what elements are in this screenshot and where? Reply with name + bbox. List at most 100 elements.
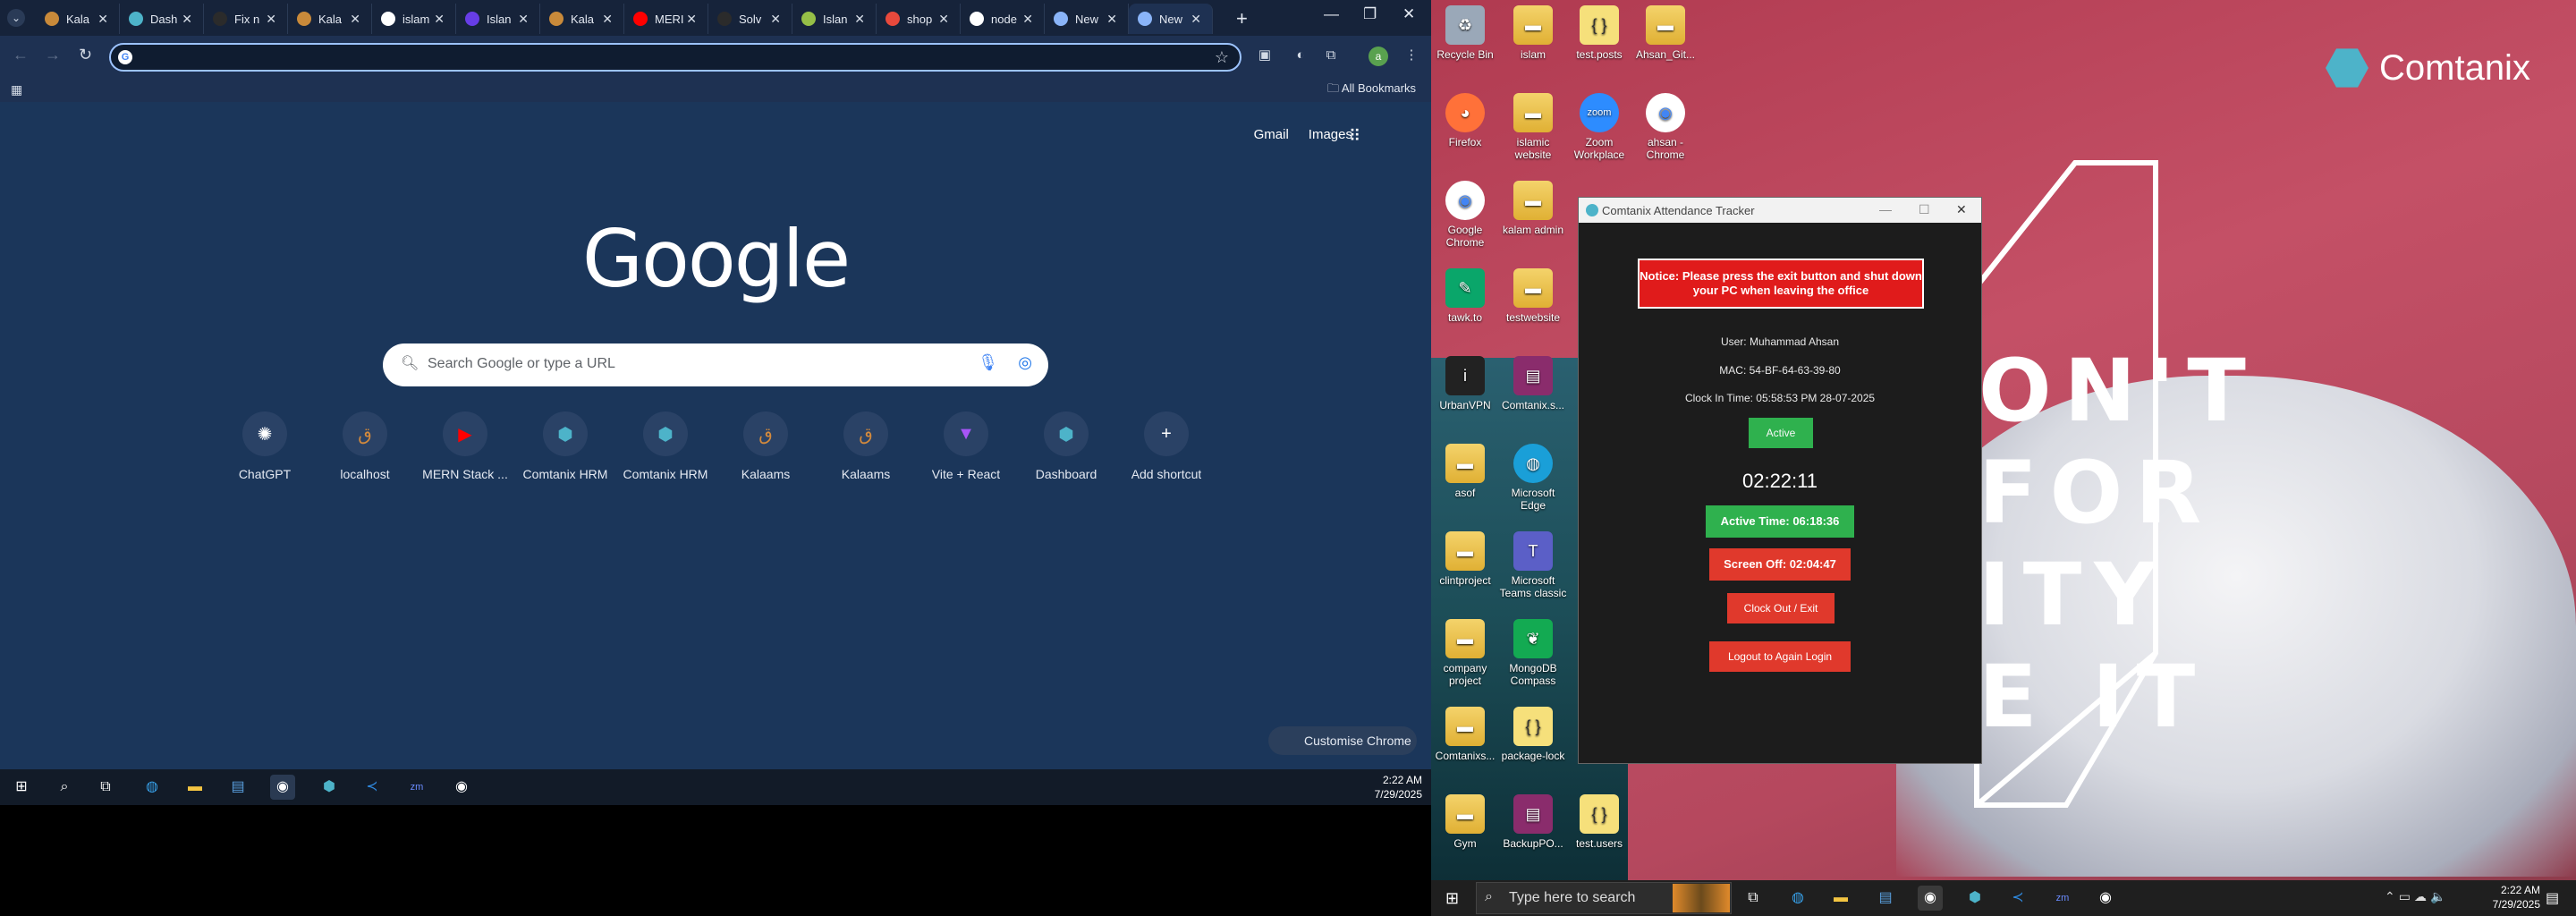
menu-kebab-icon[interactable]: ⋮	[1402, 47, 1420, 64]
file-explorer-icon[interactable]: ▬	[182, 775, 208, 800]
desktop-icon[interactable]: ▬ kalam admin	[1499, 181, 1567, 236]
vscode-icon[interactable]: ≺	[2005, 886, 2030, 911]
shortcut-tile[interactable]: ق localhost	[315, 411, 415, 481]
desktop-icon[interactable]: ◍ Microsoft Edge	[1499, 444, 1567, 512]
desktop-icon[interactable]: { } test.posts	[1565, 5, 1633, 61]
tab[interactable]: Fix n ✕	[204, 4, 288, 34]
forward-icon[interactable]: →	[45, 46, 61, 64]
search-box[interactable]: 🔍︎ Search Google or type a URL 🎙︎ ◎	[383, 344, 1048, 386]
store-icon[interactable]: ▤	[1873, 886, 1898, 911]
tab-close-icon[interactable]: ✕	[182, 12, 192, 27]
zoom-icon[interactable]: zm	[2050, 886, 2075, 911]
desktop-icon[interactable]: ❦ MongoDB Compass	[1499, 619, 1567, 687]
tab[interactable]: MERI ✕	[624, 4, 708, 34]
tab-close-icon[interactable]: ✕	[1191, 12, 1201, 27]
edge-icon[interactable]: ◍	[1785, 886, 1810, 911]
chrome-taskbar-icon[interactable]: ◉	[270, 775, 295, 800]
task-view-icon[interactable]: ⧉	[93, 775, 118, 800]
tab[interactable]: Solv ✕	[708, 4, 792, 34]
chrome-taskbar-icon[interactable]: ◉	[1918, 886, 1943, 911]
tab-close-icon[interactable]: ✕	[602, 12, 613, 27]
tab-close-icon[interactable]: ✕	[350, 12, 360, 27]
desktop-icon[interactable]: ♻ Recycle Bin	[1431, 5, 1499, 61]
tab-close-icon[interactable]: ✕	[97, 12, 108, 27]
tab[interactable]: Islan ✕	[456, 4, 540, 34]
shortcut-tile[interactable]: ق Kalaams	[816, 411, 916, 481]
desktop-icon[interactable]: ▤ BackupPO...	[1499, 794, 1567, 850]
desktop-icon[interactable]: ✎ tawk.to	[1431, 268, 1499, 324]
tab-close-icon[interactable]: ✕	[434, 12, 445, 27]
desktop-icon[interactable]: ▬ testwebsite	[1499, 268, 1567, 324]
tab-close-icon[interactable]: ✕	[518, 12, 529, 27]
new-tab-button[interactable]: +	[1236, 7, 1248, 30]
avatar[interactable]: a	[1368, 47, 1388, 66]
comtanix-taskbar-icon[interactable]: ⬢	[1962, 886, 1987, 911]
close-window-icon[interactable]: ✕	[1402, 5, 1415, 23]
search-input[interactable]: Search Google or type a URL	[428, 356, 615, 372]
back-icon[interactable]: ←	[13, 46, 29, 64]
images-link[interactable]: Images	[1309, 127, 1352, 142]
tab[interactable]: New ✕	[1045, 4, 1129, 34]
tab[interactable]: New ✕	[1129, 4, 1213, 34]
shortcut-tile[interactable]: ⬢ Comtanix HRM	[515, 411, 615, 481]
desktop-icon[interactable]: zoom Zoom Workplace	[1565, 93, 1633, 161]
shortcut-tile[interactable]: ⬢ Comtanix HRM	[615, 411, 716, 481]
shortcut-tile[interactable]: ▶ MERN Stack ...	[415, 411, 515, 481]
desktop-icon[interactable]: ▬ Comtanixs...	[1431, 707, 1499, 762]
shortcut-tile[interactable]: ق Kalaams	[716, 411, 816, 481]
bookmark-star-icon[interactable]: ☆	[1215, 48, 1229, 67]
address-bar[interactable]: G ☆	[109, 43, 1241, 72]
desktop-icon[interactable]: { } test.users	[1565, 794, 1633, 850]
customise-chrome-button[interactable]: Customise Chrome	[1268, 726, 1417, 755]
vscode-icon[interactable]: ≺	[360, 775, 385, 800]
all-bookmarks-button[interactable]: 🗀 All Bookmarks	[1327, 81, 1416, 100]
reload-icon[interactable]: ↻	[79, 46, 92, 64]
restore-icon[interactable]: ❐	[1363, 5, 1377, 23]
clock-out-button[interactable]: Clock Out / Exit	[1727, 593, 1835, 623]
microphone-icon[interactable]: 🎙︎	[978, 353, 998, 372]
zoom-icon[interactable]: zm	[404, 775, 429, 800]
tab-close-icon[interactable]: ✕	[1022, 12, 1033, 27]
chrome-profile-taskbar-icon[interactable]: ◉	[2093, 886, 2118, 911]
maximize-icon[interactable]: ☐	[1919, 202, 1930, 217]
edge-icon[interactable]: ◍	[140, 775, 165, 800]
desktop-icon[interactable]: ▬ Ahsan_Git...	[1631, 5, 1699, 61]
notification-icon[interactable]: ▤	[2546, 889, 2559, 907]
search-icon[interactable]: ⌕	[52, 775, 77, 800]
tab[interactable]: Dash ✕	[120, 4, 204, 34]
chrome-profile-taskbar-icon[interactable]: ◉	[449, 775, 474, 800]
store-icon[interactable]: ▤	[225, 775, 250, 800]
minimize-icon[interactable]: —	[1324, 5, 1339, 23]
desktop-icon[interactable]: ▬ clintproject	[1431, 531, 1499, 587]
shortcut-tile[interactable]: ✺ ChatGPT	[215, 411, 315, 481]
profile-switch-icon[interactable]: ◐	[1292, 47, 1309, 64]
desktop-icon[interactable]: ▬ asof	[1431, 444, 1499, 499]
tab[interactable]: Kala ✕	[288, 4, 372, 34]
minimize-icon[interactable]: —	[1879, 202, 1892, 216]
desktop-icon[interactable]: ▤ Comtanix.s...	[1499, 356, 1567, 411]
tab-close-icon[interactable]: ✕	[266, 12, 276, 27]
tab-close-icon[interactable]: ✕	[686, 12, 697, 27]
lens-camera-icon[interactable]: ◎	[1018, 353, 1032, 372]
desktop-icon[interactable]: T Microsoft Teams classic	[1499, 531, 1567, 599]
close-icon[interactable]: ✕	[1956, 202, 1967, 217]
extension-icon[interactable]: ▣	[1256, 47, 1274, 64]
file-explorer-icon[interactable]: ▬	[1828, 886, 1853, 911]
desktop-icon[interactable]: { } package-lock	[1499, 707, 1567, 762]
desktop-icon[interactable]: ▬ company project	[1431, 619, 1499, 687]
task-view-icon[interactable]: ⧉	[1741, 886, 1766, 911]
tab[interactable]: islam ✕	[372, 4, 456, 34]
extensions-puzzle-icon[interactable]: ⧉	[1322, 47, 1340, 64]
shortcut-tile[interactable]: ⬢ Dashboard	[1016, 411, 1116, 481]
gmail-link[interactable]: Gmail	[1254, 127, 1289, 142]
windows-start-icon[interactable]: ⊞	[9, 775, 34, 800]
tab[interactable]: shop ✕	[877, 4, 961, 34]
tab[interactable]: node ✕	[961, 4, 1045, 34]
tab[interactable]: Islan ✕	[792, 4, 877, 34]
tab[interactable]: Kala ✕	[36, 4, 120, 34]
tab-close-icon[interactable]: ✕	[1106, 12, 1117, 27]
google-apps-icon[interactable]: ⠿	[1349, 127, 1360, 146]
logout-button[interactable]: Logout to Again Login	[1709, 641, 1851, 672]
tab-search-button[interactable]: ⌄	[7, 9, 25, 27]
comtanix-taskbar-icon[interactable]: ⬢	[317, 775, 342, 800]
